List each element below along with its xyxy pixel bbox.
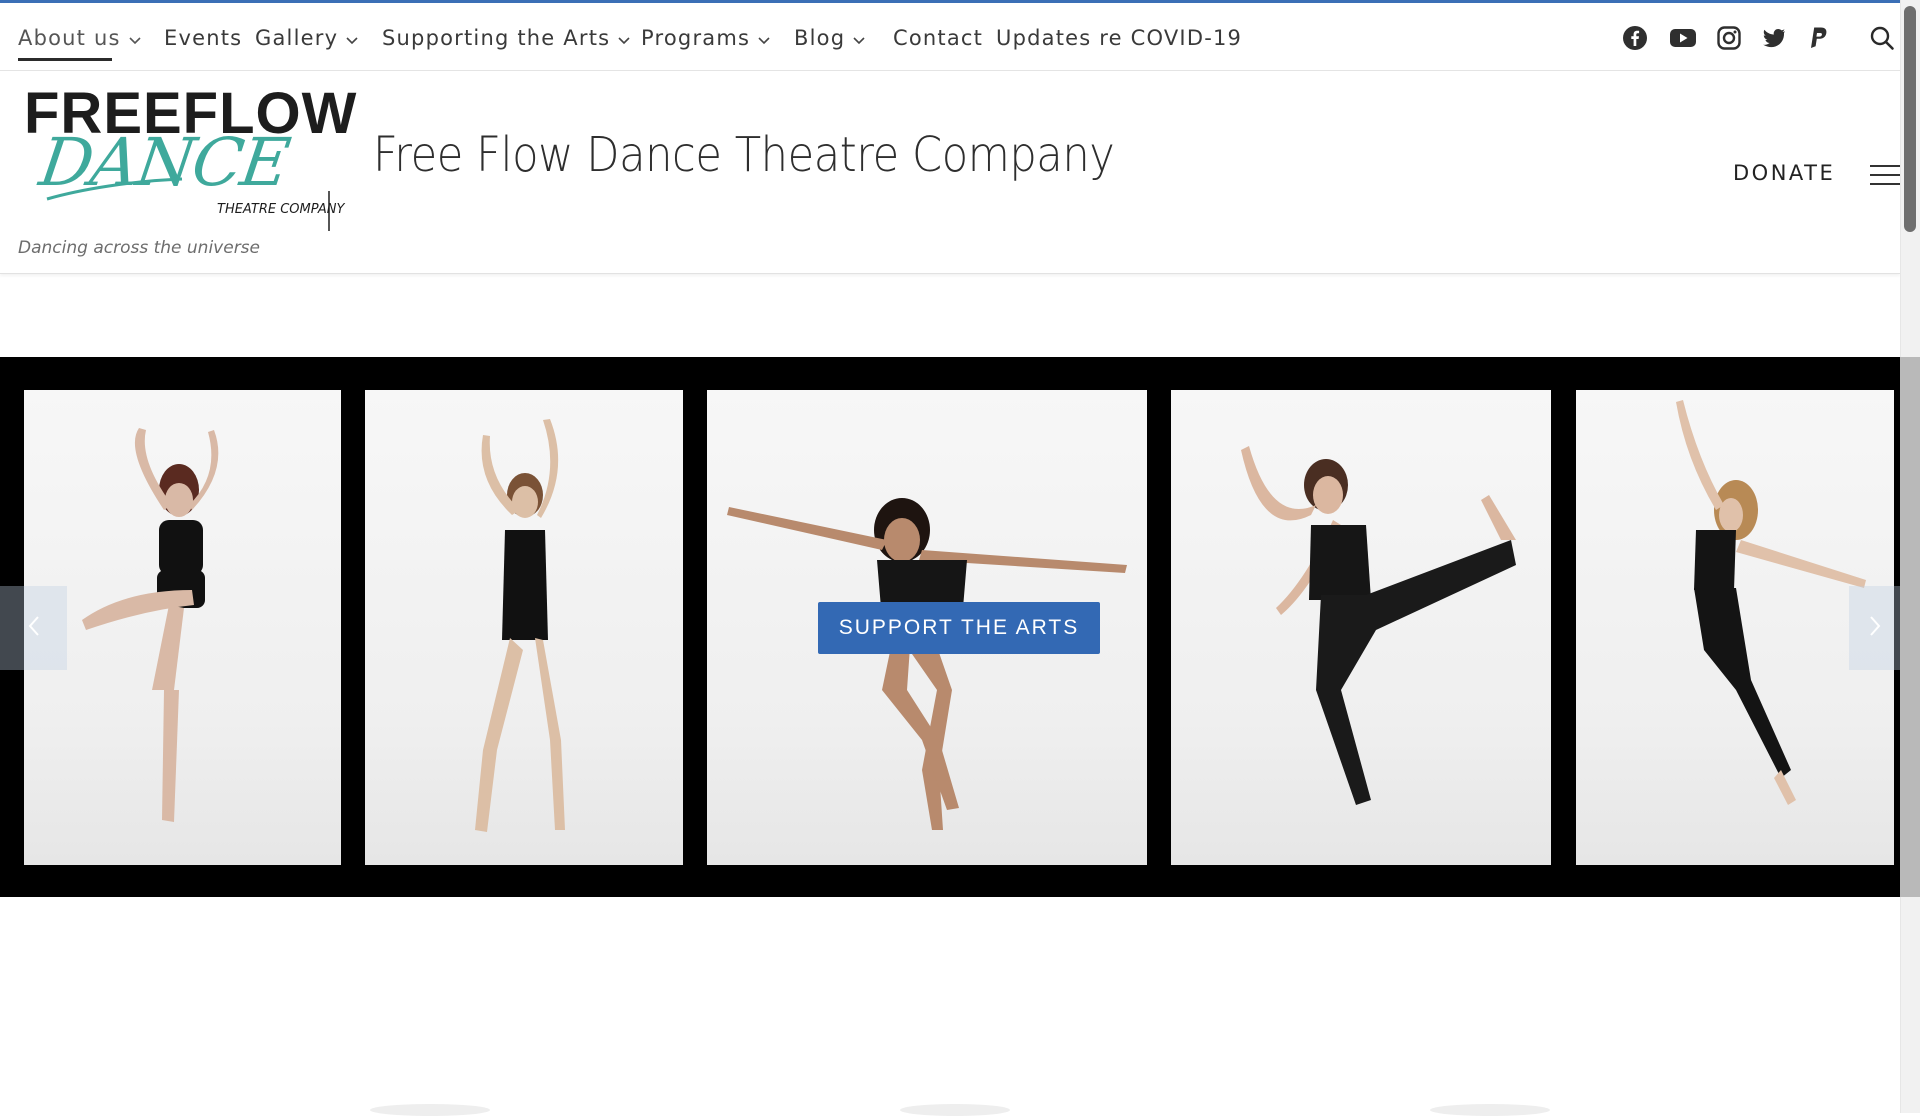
chevron-down-icon — [129, 26, 141, 50]
hero-slider: SUPPORT THE ARTS — [0, 357, 1900, 897]
nav-about-us-label: About us — [18, 26, 121, 50]
youtube-icon[interactable] — [1669, 25, 1697, 53]
chevron-down-icon — [853, 26, 865, 50]
dancer-figure-5 — [1676, 400, 1866, 805]
nav-updates-covid[interactable]: Updates re COVID-19 — [996, 23, 1242, 53]
nav-blog-label: Blog — [794, 26, 846, 50]
nav-programs[interactable]: Programs — [641, 23, 770, 53]
site-tagline: Dancing across the universe — [18, 238, 260, 258]
dancer-figure-2 — [475, 419, 565, 832]
dancer-figure-4 — [1241, 446, 1516, 805]
nav-about-us[interactable]: About us — [18, 23, 141, 61]
chevron-down-icon — [346, 26, 358, 50]
nav-events[interactable]: Events — [164, 23, 242, 53]
active-underline — [18, 58, 112, 61]
chevron-right-icon — [1868, 615, 1882, 641]
nav-updates-label: Updates re COVID-19 — [996, 26, 1243, 50]
logo-text-dance: DANCE — [34, 123, 294, 201]
below-fold-shape — [370, 1104, 490, 1116]
search-icon[interactable] — [1869, 25, 1897, 53]
site-header: FREEFLOW DANCE THEATRE COMPANY Free Flow… — [0, 71, 1900, 274]
nav-contact-label: Contact — [893, 26, 984, 50]
instagram-icon[interactable] — [1716, 25, 1744, 53]
nav-supporting-label: Supporting the Arts — [382, 26, 611, 50]
logo-text-theatre: THEATRE COMPANY — [217, 202, 346, 217]
slider-next-button[interactable] — [1849, 586, 1900, 670]
nav-supporting-the-arts[interactable]: Supporting the Arts — [382, 23, 630, 53]
dancer-figure-1 — [82, 428, 219, 822]
chevron-left-icon — [27, 615, 41, 641]
slide-photo-4[interactable] — [1171, 390, 1551, 865]
nav-contact[interactable]: Contact — [893, 23, 983, 53]
slide-photo-5[interactable] — [1576, 390, 1894, 865]
slide-photo-2[interactable] — [365, 390, 683, 865]
slide-photo-1[interactable] — [24, 390, 341, 865]
scrollbar-thumb[interactable] — [1904, 6, 1916, 232]
nav-gallery[interactable]: Gallery — [255, 23, 358, 53]
chevron-down-icon — [758, 26, 770, 50]
below-fold-shape — [1430, 1104, 1550, 1116]
hamburger-icon[interactable] — [1870, 165, 1900, 187]
chevron-down-icon — [618, 26, 630, 50]
donate-button[interactable]: DONATE — [1733, 161, 1835, 185]
site-logo[interactable]: FREEFLOW DANCE THEATRE COMPANY — [22, 81, 362, 231]
twitter-icon[interactable] — [1761, 25, 1789, 53]
paypal-icon[interactable] — [1806, 25, 1834, 53]
nav-events-label: Events — [164, 26, 243, 50]
top-navigation: About us Events Gallery Supporting the A… — [0, 3, 1900, 71]
nav-programs-label: Programs — [641, 26, 751, 50]
support-the-arts-button[interactable]: SUPPORT THE ARTS — [818, 602, 1100, 654]
facebook-icon[interactable] — [1622, 25, 1650, 53]
nav-blog[interactable]: Blog — [794, 23, 865, 53]
below-fold-shape — [900, 1104, 1010, 1116]
nav-gallery-label: Gallery — [255, 26, 339, 50]
slider-prev-button[interactable] — [0, 586, 67, 670]
scrollbar-track-shade — [1900, 357, 1920, 897]
site-title[interactable]: Free Flow Dance Theatre Company — [373, 127, 1115, 183]
